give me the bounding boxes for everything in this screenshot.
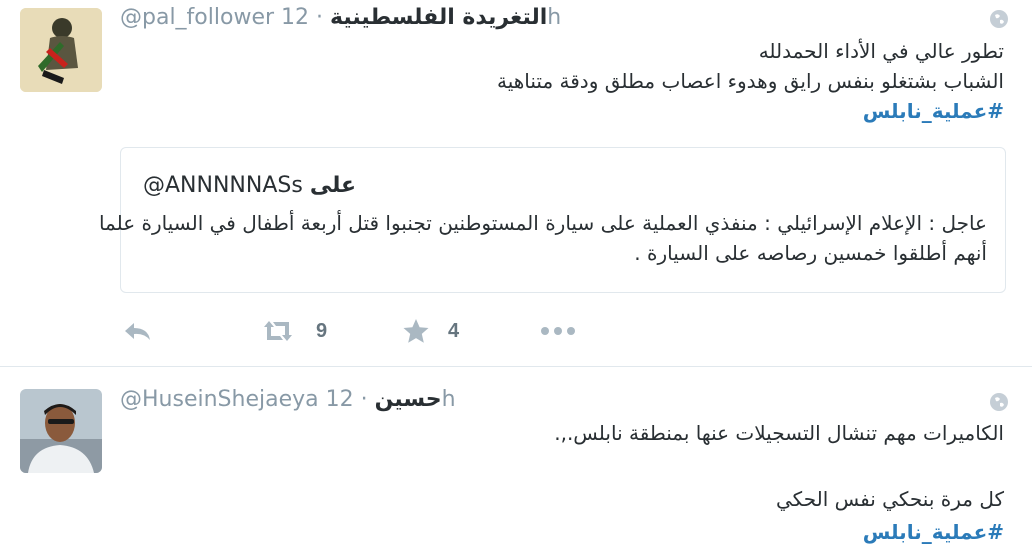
tweet: @HuseinShejaeya حسين · 12h الكاميرات مهم… (0, 367, 1032, 547)
reply-button[interactable] (122, 314, 152, 348)
quoted-text-line: عاجل : الإعلام الإسرائيلي : منفذي العملي… (98, 211, 987, 235)
retweet-button[interactable]: 9 (260, 314, 327, 348)
tweet-header: @pal_follower التغريدة الفلسطينية · 12h (120, 4, 561, 32)
quoted-user-name[interactable]: على (310, 173, 356, 198)
tweet: @pal_follower التغريدة الفلسطينية · 12h … (0, 0, 1032, 366)
more-button[interactable] (540, 314, 576, 348)
reply-icon (125, 323, 150, 340)
tweet-text: الكاميرات مهم تنشال التسجيلات عنها بمنطق… (554, 417, 1004, 549)
favorite-count: 4 (448, 319, 460, 342)
globe-icon (988, 391, 1010, 413)
separator-dot: · (360, 387, 368, 412)
user-name[interactable]: حسين (375, 387, 442, 412)
tweet-text-spacer (554, 450, 1004, 483)
quoted-user-handle[interactable]: @ANNNNNASs (143, 173, 303, 198)
avatar[interactable] (20, 8, 102, 92)
more-dots-icon (541, 327, 575, 335)
retweet-count: 9 (316, 319, 328, 342)
hashtag-link[interactable]: #عملية_نابلس (497, 96, 1004, 126)
tweet-actions: 9 4 (120, 314, 600, 348)
quoted-tweet-header: @ANNNNNASs على (143, 172, 356, 200)
separator-dot: · (316, 5, 324, 30)
quoted-tweet[interactable]: @ANNNNNASs على عاجل : الإعلام الإسرائيلي… (99, 147, 1006, 293)
user-handle[interactable]: @pal_follower (120, 5, 274, 30)
tweet-text-line: الشباب بشتغلو بنفس رايق وهدوء اعصاب مطلق… (496, 69, 1004, 93)
star-icon (403, 319, 429, 343)
tweet-header: @HuseinShejaeya حسين · 12h (120, 386, 456, 414)
avatar[interactable] (20, 389, 102, 473)
quoted-text-line: أنهم أطلقوا خمسين رصاصه على السيارة . (634, 241, 987, 265)
quoted-tweet-text: عاجل : الإعلام الإسرائيلي : منفذي العملي… (99, 208, 987, 268)
favorite-button[interactable]: 4 (402, 314, 459, 348)
hashtag-link[interactable]: #عملية_نابلس (554, 516, 1004, 549)
globe-icon (988, 8, 1010, 30)
tweet-text-line: كل مرة بنحكي نفس الحكي (775, 487, 1004, 511)
tweet-text-line: الكاميرات مهم تنشال التسجيلات عنها بمنطق… (554, 421, 1004, 445)
user-name[interactable]: التغريدة الفلسطينية (330, 5, 547, 30)
avatar-image (20, 8, 102, 92)
avatar-image (20, 389, 102, 473)
retweet-icon (264, 321, 292, 341)
tweet-text: تطور عالي في الأداء الحمدلله الشباب بشتغ… (497, 36, 1004, 126)
user-handle[interactable]: @HuseinShejaeya (120, 387, 319, 412)
tweet-text-line: تطور عالي في الأداء الحمدلله (758, 39, 1004, 63)
